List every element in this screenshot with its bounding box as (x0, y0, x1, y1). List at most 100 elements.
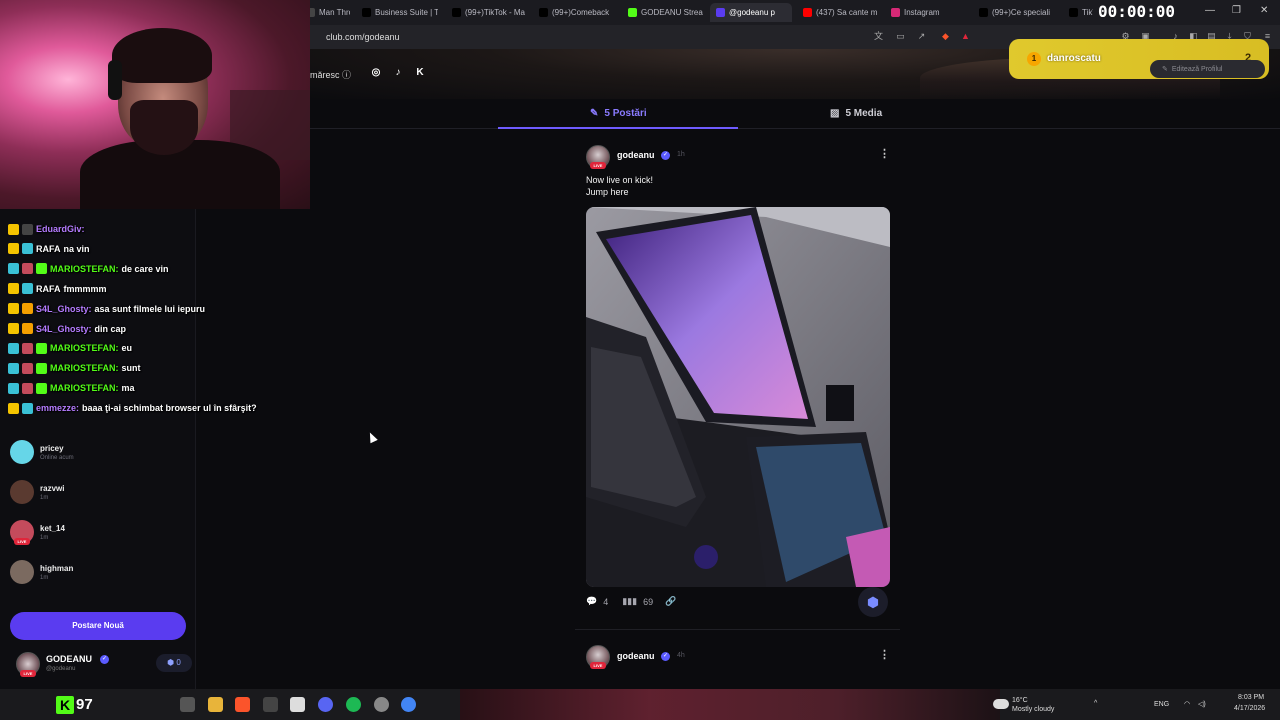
instagram-icon[interactable]: ◎ (370, 67, 382, 79)
chat-text: fmmmmm (63, 283, 107, 294)
chat-badge-icon (8, 223, 19, 235)
post-stats: 💬 4 ▮▮▮ 69 🔗 (586, 596, 676, 607)
browser-tab[interactable]: (99+)TikTok - Ma (446, 3, 526, 22)
chat-username[interactable]: MARIOSTEFAN: (50, 363, 119, 373)
points-count: 0 (176, 658, 181, 667)
browser-tab[interactable]: (99+)Ce speciali (973, 3, 1057, 22)
content-tabs: ✎ 5 Postări ▨ 5 Media (310, 99, 1280, 129)
post-image[interactable] (586, 207, 890, 587)
chat-badge-icon (8, 362, 19, 374)
discord-icon[interactable] (318, 697, 333, 712)
tray-chevron-icon[interactable]: ^ (1094, 700, 1097, 707)
chat-text: sunt (121, 363, 141, 374)
tab-favicon-icon (362, 8, 371, 17)
new-post-button[interactable]: Postare Nouă (10, 612, 186, 640)
spotify-icon[interactable] (346, 697, 361, 712)
post-time: 4h (677, 652, 685, 659)
avatar (10, 480, 34, 504)
pencil-icon: ✎ (590, 108, 599, 119)
weather-desc: Mostly cloudy (1012, 706, 1055, 713)
live-badge: LIVE (590, 162, 606, 169)
boost-icon[interactable]: ⬢ (858, 587, 888, 617)
chat-username[interactable]: S4L_Ghosty: (36, 324, 92, 334)
unity-icon[interactable] (263, 697, 278, 712)
share-icon[interactable]: ↗ (916, 31, 927, 42)
minimize-icon[interactable]: — (1205, 5, 1215, 16)
clock-time[interactable]: 8:03 PM (1238, 694, 1264, 701)
browser-tab[interactable]: @godeanu p (710, 3, 792, 22)
follower-status: Online acum (40, 454, 74, 461)
follower-status: 1m (40, 534, 49, 541)
active-tab-indicator (498, 127, 738, 129)
link-icon[interactable]: 🔗 (665, 596, 676, 607)
language-indicator[interactable]: ENG (1154, 701, 1169, 708)
chat-username[interactable]: emmezze: (36, 403, 79, 413)
taskbar: 16°C Mostly cloudy ^ ENG ◠ ◁) 8:03 PM 4/… (0, 689, 1280, 720)
chat-text: eu (121, 343, 133, 354)
store-icon[interactable] (290, 697, 305, 712)
chat-username[interactable]: MARIOSTEFAN: (50, 264, 119, 274)
edit-profile-button[interactable]: ✎ Editează Profilul (1150, 60, 1265, 78)
post-menu-icon[interactable]: ⋮ (879, 648, 890, 661)
steam-icon[interactable] (374, 697, 389, 712)
tab-label: (99+)Comeback (552, 8, 610, 17)
tab-label: (437) Sa cante m (816, 8, 878, 17)
cast-icon[interactable]: ▭ (895, 31, 906, 42)
chat-badge-icon (22, 342, 33, 354)
chat-username[interactable]: EduardGiv: (36, 224, 85, 234)
chrome-icon[interactable] (401, 697, 416, 712)
chat-text: de care vin (121, 263, 169, 274)
maximize-icon[interactable]: ❐ (1232, 5, 1241, 16)
chat-username[interactable]: MARIOSTEFAN: (50, 343, 119, 353)
follower-name: highman (40, 563, 74, 573)
chat-overlay: EduardGiv: RAFA na vin MARIOSTEFAN: de care … (0, 205, 310, 420)
clock-date[interactable]: 4/17/2026 (1234, 705, 1265, 712)
post-username[interactable]: godeanu (617, 150, 655, 160)
my-name: GODEANU (46, 654, 93, 664)
volume-icon[interactable]: ◁) (1198, 700, 1206, 708)
chat-text: ma (121, 383, 135, 394)
points-badge[interactable]: ⬢ 0 (156, 654, 192, 672)
comment-icon[interactable]: 💬 (586, 596, 597, 607)
close-window-icon[interactable]: ✕ (1260, 5, 1268, 16)
file-explorer-icon[interactable] (208, 697, 223, 712)
chat-username[interactable]: RAFA (36, 284, 61, 294)
browser-tab[interactable]: Instagram (885, 3, 967, 22)
follower-item[interactable]: highman 1m (10, 560, 73, 584)
chat-username[interactable]: S4L_Ghosty: (36, 304, 92, 314)
browser-tab[interactable]: (437) Sa cante m (797, 3, 879, 22)
browser-tab[interactable]: Business Suite | T (356, 3, 438, 22)
chat-message: emmezze: baaa ţi-ai schimbat browser ul î… (8, 401, 257, 415)
chat-badge-icon (8, 342, 19, 354)
browser-tab[interactable]: GODEANU Strea (622, 3, 704, 22)
task-view-icon[interactable] (180, 697, 195, 712)
post-menu-icon[interactable]: ⋮ (879, 147, 890, 160)
chat-message: S4L_Ghosty: din cap (8, 322, 126, 336)
chat-badge-icon (22, 223, 33, 235)
translate-icon[interactable]: 文 (873, 31, 884, 42)
my-profile-row[interactable]: LIVE GODEANU ✓ @godeanu ⬢ 0 (10, 650, 192, 680)
tiktok-icon[interactable]: ♪ (392, 67, 404, 79)
brave-icon[interactable] (235, 697, 250, 712)
browser-tab[interactable]: (99+)Comeback (533, 3, 615, 22)
brave-rewards-icon[interactable]: ▲ (960, 31, 971, 42)
browser-tab[interactable]: TikT (1063, 3, 1093, 22)
kick-icon[interactable]: K (414, 67, 426, 79)
follower-item[interactable]: LIVE ket_14 1m (10, 520, 65, 545)
chat-username[interactable]: MARIOSTEFAN: (50, 383, 119, 393)
follower-item[interactable]: razvwi 1m (10, 480, 64, 504)
chat-badge-icon (8, 263, 19, 275)
weather-temp: 16°C (1012, 697, 1028, 704)
url-text[interactable]: club.com/godeanu (326, 32, 400, 42)
chat-badge-icon (8, 243, 19, 255)
post-username[interactable]: godeanu (617, 651, 655, 661)
tab-posts[interactable]: ✎ 5 Postări (590, 108, 647, 119)
follower-item[interactable]: pricey Online acum (10, 440, 74, 464)
chat-username[interactable]: RAFA (36, 244, 61, 254)
tab-media[interactable]: ▨ 5 Media (830, 108, 882, 119)
brave-shields-icon[interactable]: ◆ (940, 31, 951, 42)
tab-label: GODEANU Strea (641, 8, 703, 17)
chat-text: baaa ţi-ai schimbat browser ul în sfârşi… (82, 403, 257, 414)
wifi-icon[interactable]: ◠ (1184, 700, 1190, 708)
chat-badge-icon (36, 362, 47, 374)
